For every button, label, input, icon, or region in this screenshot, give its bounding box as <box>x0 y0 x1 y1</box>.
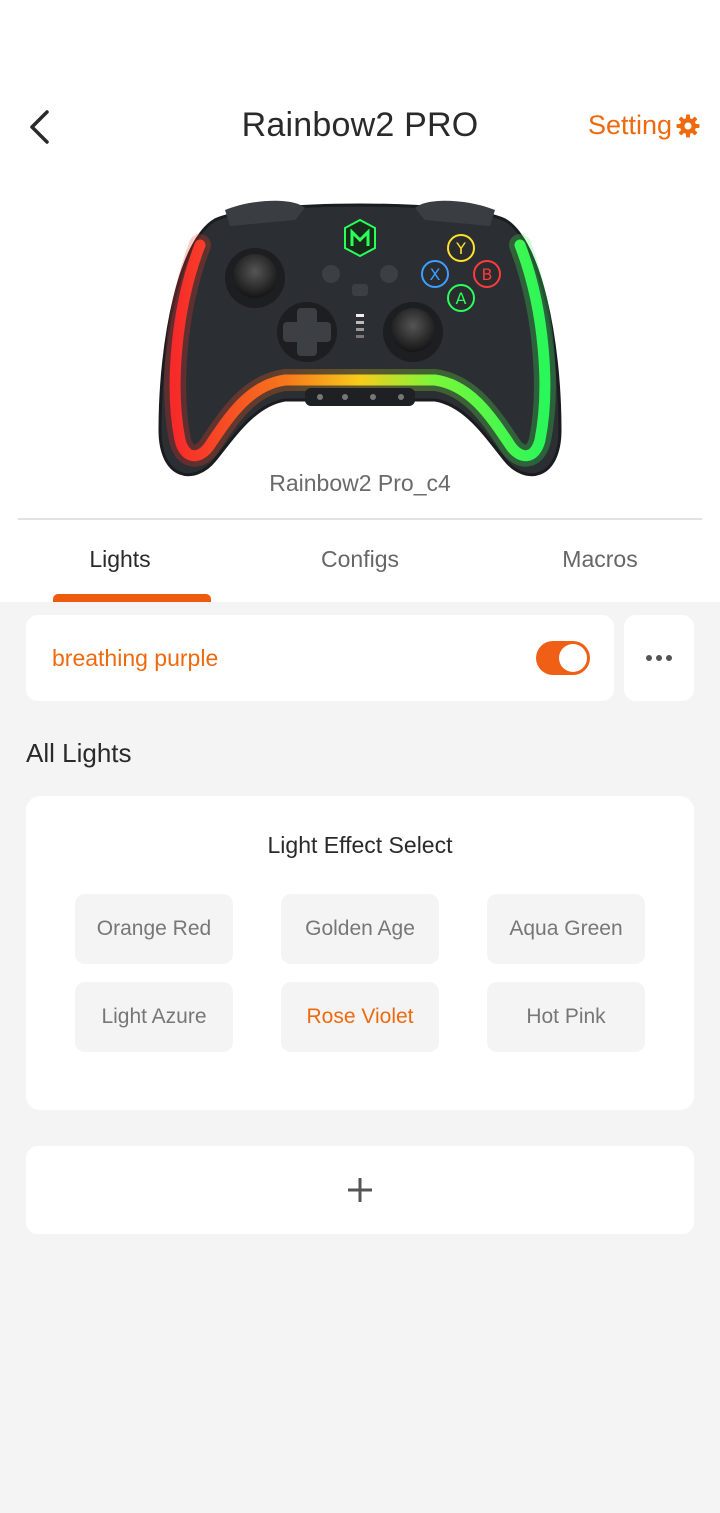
tab-bar: Lights Configs Macros <box>0 520 720 602</box>
svg-text:B: B <box>482 265 493 284</box>
active-light-card[interactable]: breathing purple <box>26 615 614 701</box>
controller-image: Y X B A <box>155 190 565 490</box>
tab-configs[interactable]: Configs <box>240 520 480 602</box>
light-toggle[interactable] <box>536 641 590 675</box>
tab-indicator <box>53 594 211 602</box>
light-effect-card: Light Effect Select Orange Red Golden Ag… <box>26 796 694 1110</box>
gear-icon <box>676 114 700 137</box>
effect-option-aqua-green[interactable]: Aqua Green <box>487 894 645 964</box>
section-title: All Lights <box>26 738 132 768</box>
more-options-button[interactable] <box>624 615 694 701</box>
setting-button[interactable]: Setting <box>588 110 700 141</box>
svg-text:A: A <box>456 289 467 308</box>
effect-option-orange-red[interactable]: Orange Red <box>75 894 233 964</box>
effect-option-rose-violet[interactable]: Rose Violet <box>281 982 439 1052</box>
device-name: Rainbow2 Pro_c4 <box>269 470 451 496</box>
effect-option-light-azure[interactable]: Light Azure <box>75 982 233 1052</box>
tab-lights[interactable]: Lights <box>0 520 240 602</box>
active-light-name: breathing purple <box>52 645 219 671</box>
toggle-knob <box>559 644 587 672</box>
more-horizontal-icon <box>646 655 672 661</box>
plus-icon <box>348 1178 372 1202</box>
svg-text:X: X <box>430 265 441 284</box>
setting-label: Setting <box>587 110 672 140</box>
app-header: Rainbow2 PRO Setting <box>0 96 720 158</box>
tab-macros[interactable]: Macros <box>480 520 720 602</box>
add-light-button[interactable] <box>26 1146 694 1234</box>
light-effect-title: Light Effect Select <box>267 832 453 858</box>
svg-text:Y: Y <box>455 239 466 258</box>
effect-option-hot-pink[interactable]: Hot Pink <box>487 982 645 1052</box>
effect-option-golden-age[interactable]: Golden Age <box>281 894 439 964</box>
